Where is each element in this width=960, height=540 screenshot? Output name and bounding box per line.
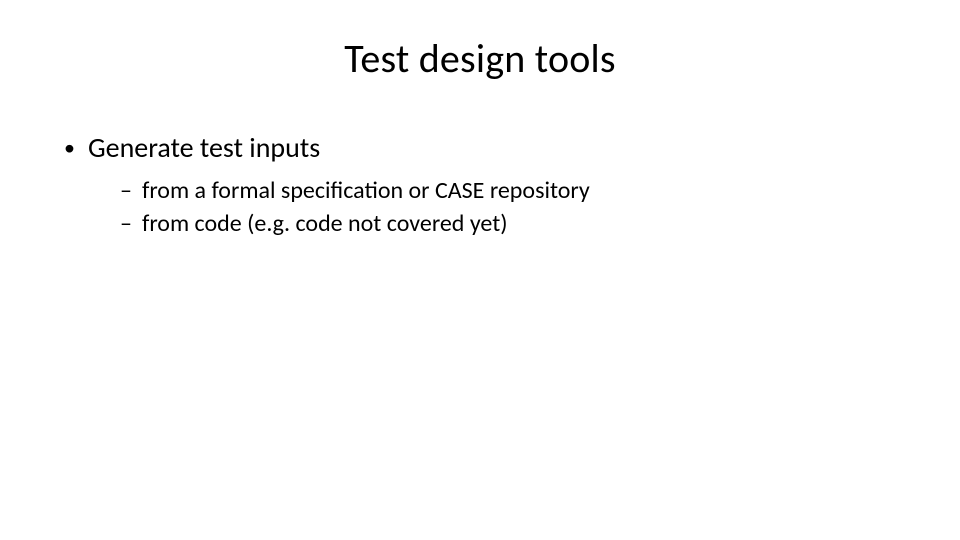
slide-title: Test design tools: [0, 34, 960, 83]
slide-body: Generate test inputs from a formal speci…: [60, 130, 900, 241]
bullet-level-1: Generate test inputs: [60, 130, 900, 165]
bullet-level-2: from code (e.g. code not covered yet): [60, 208, 900, 239]
bullet-level-2: from a formal specification or CASE repo…: [60, 175, 900, 206]
slide: Test design tools Generate test inputs f…: [0, 0, 960, 540]
